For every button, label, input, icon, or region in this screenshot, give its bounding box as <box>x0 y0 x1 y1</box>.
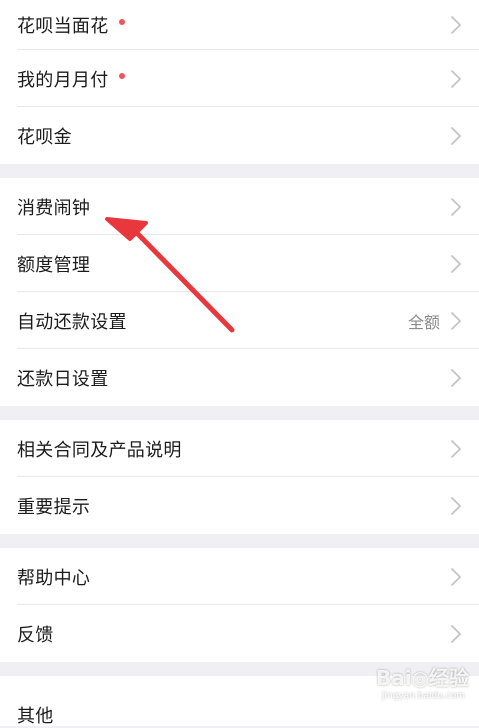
menu-item-auto-repayment[interactable]: 自动还款设置 全额 <box>0 292 479 349</box>
menu-item-label: 自动还款设置 <box>17 311 127 333</box>
section-separator <box>0 164 479 178</box>
chevron-right-icon <box>451 254 461 273</box>
menu-item-huabei-face-to-face[interactable]: 花呗当面花 <box>0 0 479 50</box>
menu-item-feedback[interactable]: 反馈 <box>0 605 479 662</box>
chevron-right-icon <box>451 624 461 643</box>
menu-item-label: 我的月月付 <box>17 69 109 91</box>
settings-group-huabei: 花呗当面花 我的月月付 花呗金 <box>0 0 479 164</box>
menu-item-label: 帮助中心 <box>17 567 91 589</box>
menu-item-label: 花呗金 <box>17 126 72 148</box>
menu-item-label: 反馈 <box>17 624 54 646</box>
menu-item-label: 额度管理 <box>17 254 91 276</box>
menu-item-label: 花呗当面花 <box>17 16 109 37</box>
menu-item-help-center[interactable]: 帮助中心 <box>0 548 479 605</box>
chevron-right-icon <box>451 439 461 458</box>
menu-item-spending-alarm[interactable]: 消费闹钟 <box>0 178 479 235</box>
watermark-url: jingyan.baidu.com <box>381 691 465 701</box>
chevron-right-icon <box>451 368 461 387</box>
menu-item-label: 其他 <box>17 706 54 727</box>
chevron-right-icon <box>451 567 461 586</box>
menu-item-repayment-date[interactable]: 还款日设置 <box>0 349 479 406</box>
menu-item-label: 还款日设置 <box>17 368 109 390</box>
section-separator <box>0 406 479 420</box>
chevron-right-icon <box>451 311 461 330</box>
auto-repayment-value: 全额 <box>407 312 440 332</box>
menu-item-label: 消费闹钟 <box>17 197 91 219</box>
menu-item-label: 相关合同及产品说明 <box>17 439 182 461</box>
menu-item-huabei-gold[interactable]: 花呗金 <box>0 107 479 164</box>
chevron-right-icon <box>451 16 461 34</box>
menu-item-monthly-pay[interactable]: 我的月月付 <box>0 50 479 107</box>
watermark-logo: Bai◎经验 <box>375 666 469 690</box>
chevron-right-icon <box>451 126 461 145</box>
settings-group-account: 消费闹钟 额度管理 自动还款设置 全额 还款日设置 <box>0 178 479 406</box>
new-badge-dot <box>118 72 125 79</box>
chevron-right-icon <box>451 197 461 216</box>
menu-item-important-notice[interactable]: 重要提示 <box>0 477 479 534</box>
new-badge-dot <box>118 19 125 25</box>
settings-group-support: 帮助中心 反馈 <box>0 548 479 662</box>
menu-item-contracts[interactable]: 相关合同及产品说明 <box>0 420 479 477</box>
menu-item-label: 重要提示 <box>17 496 91 518</box>
chevron-right-icon <box>451 496 461 515</box>
section-separator <box>0 534 479 548</box>
menu-item-limit-management[interactable]: 额度管理 <box>0 235 479 292</box>
chevron-right-icon <box>451 69 461 88</box>
settings-group-documents: 相关合同及产品说明 重要提示 <box>0 420 479 534</box>
settings-list: 花呗当面花 我的月月付 花呗金 消费闹钟 额度管理 自动还款设置 全额 还款日设… <box>0 0 479 727</box>
